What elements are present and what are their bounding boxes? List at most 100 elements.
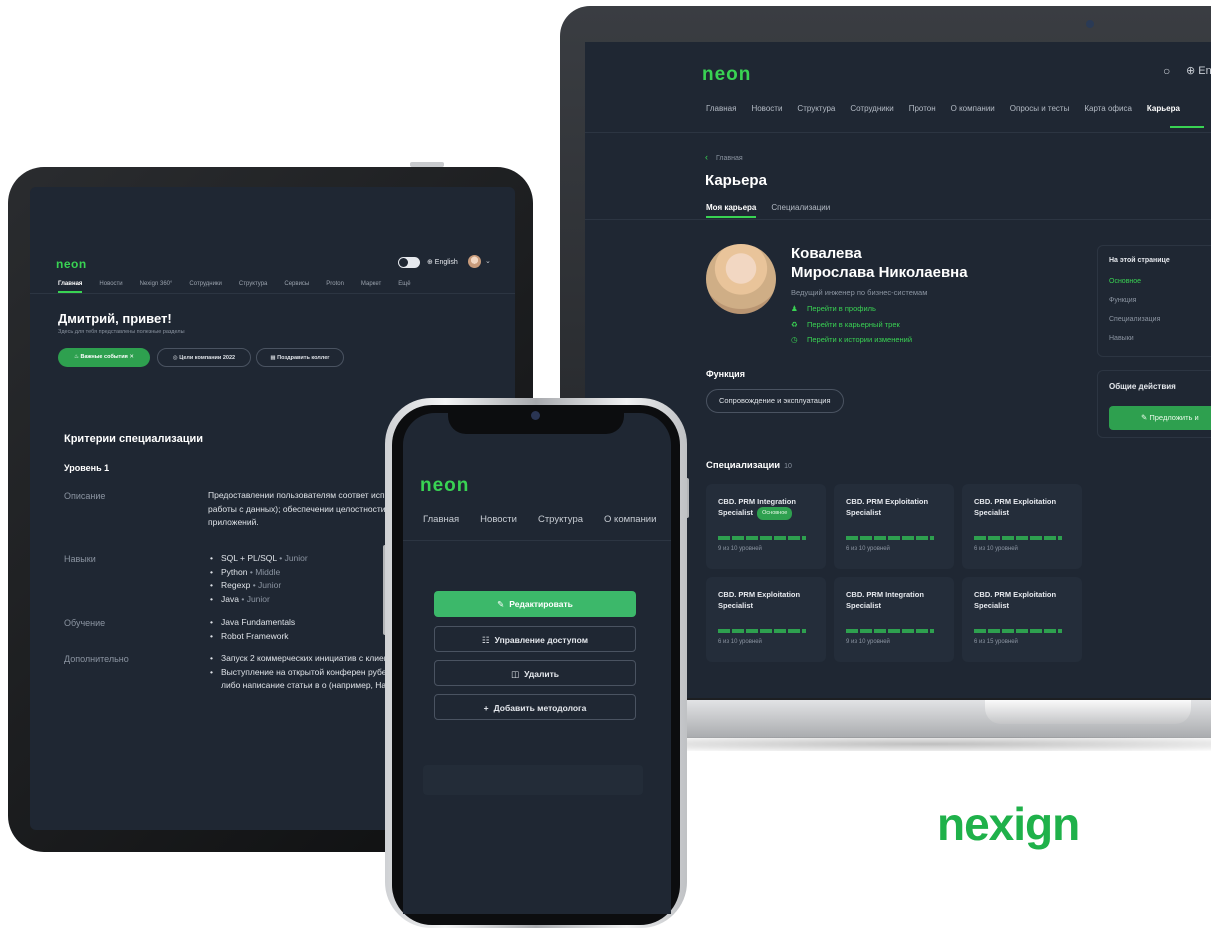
active-nav-indicator [1170, 126, 1204, 128]
nav-item-structure[interactable]: Структура [239, 281, 267, 287]
theme-toggle[interactable] [398, 257, 420, 268]
link-history[interactable]: ◷ Перейти к истории изменений [791, 335, 912, 344]
spec-card-levels: 6 из 10 уровней [974, 546, 1018, 552]
spec-card-levels: 6 из 15 уровней [974, 639, 1018, 645]
divider [403, 540, 671, 541]
label-skills: Навыки [64, 554, 96, 564]
nav-item-services[interactable]: Сервисы [284, 281, 309, 287]
extra-item: Запуск 2 коммерческих инициатив с клиент… [208, 652, 408, 666]
skill-level: • Junior [252, 580, 282, 590]
level-progress-bar [974, 536, 1062, 540]
nav-item-home[interactable]: Главная [58, 281, 82, 287]
on-page-item-main[interactable]: Основное [1109, 278, 1141, 285]
main-badge: Основное [757, 507, 793, 520]
breadcrumb[interactable]: ‹ Главная [705, 152, 743, 162]
top-nav: Главная Новости Структура Сотрудники Про… [706, 104, 1180, 113]
edit-button-label: Редактировать [509, 599, 573, 609]
spec-card-title: CBD. PRM Exploitation Specialist [846, 497, 929, 517]
profile-name: Мирослава Николаевна [791, 264, 968, 281]
nav-item-employees[interactable]: Сотрудники [850, 104, 893, 113]
spec-card[interactable]: CBD. PRM Exploitation Specialist 6 из 10… [706, 577, 826, 662]
laptop-notch [985, 700, 1191, 724]
skill-name: Java [221, 593, 239, 604]
neon-logo[interactable]: neon [420, 475, 469, 497]
top-nav: Главная Новости Структура О компании [423, 514, 656, 525]
nav-item-home[interactable]: Главная [423, 514, 459, 525]
language-selector[interactable]: ⊕ English [427, 258, 458, 266]
phone-screen: neon Главная Новости Структура О компани… [403, 413, 671, 914]
function-chip[interactable]: Сопровождение и эксплуатация [706, 389, 844, 413]
chevron-down-icon[interactable]: ⌄ [485, 257, 491, 265]
nav-item-proton[interactable]: Протон [909, 104, 936, 113]
trash-icon: ◫ [511, 669, 520, 679]
important-events-button[interactable]: ♨ Важные события ✕ [58, 348, 150, 367]
page-title: Карьера [705, 172, 767, 189]
access-icon: ☷ [481, 635, 490, 645]
nav-item-news[interactable]: Новости [751, 104, 782, 113]
access-management-button[interactable]: ☷ Управление доступом [434, 626, 636, 652]
spec-card[interactable]: CBD. PRM Exploitation Specialist 6 из 10… [834, 484, 954, 569]
nav-item-news[interactable]: Новости [480, 514, 517, 525]
skill-name: Regexp [221, 580, 251, 590]
link-career-track-label: Перейти в карьерный трек [807, 320, 900, 329]
propose-button-label: Предложить и [1149, 413, 1199, 422]
skill-level: • Junior [279, 553, 308, 563]
spec-card[interactable]: CBD. PRM Integration Specialist Основное… [706, 484, 826, 569]
edit-button[interactable]: ✎ Редактировать [434, 591, 636, 617]
nav-item-office-map[interactable]: Карта офиса [1084, 104, 1132, 113]
spec-card-title: CBD. PRM Exploitation Specialist [974, 497, 1057, 517]
spec-card[interactable]: CBD. PRM Integration Specialist 9 из 10 … [834, 577, 954, 662]
nav-item-about[interactable]: О компании [604, 514, 656, 525]
neon-logo[interactable]: neon [56, 257, 87, 271]
congratulate-button[interactable]: ▦ Поздравить коллег [256, 348, 344, 367]
on-page-item-function[interactable]: Функция [1109, 297, 1136, 304]
spec-card[interactable]: CBD. PRM Exploitation Specialist 6 из 15… [962, 577, 1082, 662]
delete-button[interactable]: ◫ Удалить [434, 660, 636, 686]
spec-card[interactable]: CBD. PRM Exploitation Specialist 6 из 10… [962, 484, 1082, 569]
user-icon: ♟ [791, 304, 798, 313]
pencil-icon: ✎ [497, 599, 505, 609]
nav-item-structure[interactable]: Структура [538, 514, 583, 525]
phone-camera [531, 411, 540, 420]
breadcrumb-home[interactable]: Главная [716, 155, 743, 162]
level-progress-bar [846, 629, 934, 633]
nav-item-employees[interactable]: Сотрудники [189, 281, 222, 287]
neon-logo[interactable]: neon [702, 64, 751, 86]
close-icon[interactable]: ✕ [128, 354, 134, 360]
avatar[interactable] [468, 255, 481, 268]
level-progress-bar [718, 629, 806, 633]
nav-item-surveys[interactable]: Опросы и тесты [1010, 104, 1070, 113]
laptop-camera [1086, 20, 1094, 28]
criteria-title: Критерии специализации [64, 433, 203, 445]
delete-button-label: Удалить [524, 669, 559, 679]
nav-item-market[interactable]: Маркет [361, 281, 381, 287]
nav-item-career[interactable]: Карьера [1147, 104, 1180, 113]
level-progress-bar [718, 536, 806, 540]
level-title: Уровень 1 [64, 463, 110, 473]
company-goals-button[interactable]: ◎ Цели компании 2022 [157, 348, 251, 367]
search-icon[interactable]: ○ [1163, 64, 1170, 78]
on-page-item-specialization[interactable]: Специализация [1109, 316, 1160, 323]
nav-item-nexign360[interactable]: Nexign 360° [140, 281, 173, 287]
extra-item: Выступление на открытой конферен рубежом… [208, 666, 408, 693]
history-icon: ◷ [791, 335, 798, 344]
spec-card-levels: 6 из 10 уровней [846, 546, 890, 552]
chevron-left-icon: ‹ [705, 152, 708, 162]
nav-item-proton[interactable]: Proton [326, 281, 344, 287]
propose-button[interactable]: ✎ Предложить и [1109, 406, 1211, 430]
nav-item-structure[interactable]: Структура [797, 104, 835, 113]
nav-item-home[interactable]: Главная [706, 104, 736, 113]
link-career-track[interactable]: ♻ Перейти в карьерный трек [791, 320, 900, 329]
nav-item-about[interactable]: О компании [951, 104, 995, 113]
tab-specializations[interactable]: Специализации [771, 203, 830, 212]
on-page-item-skills[interactable]: Навыки [1109, 335, 1134, 342]
nav-item-news[interactable]: Новости [99, 281, 122, 287]
tab-my-career[interactable]: Моя карьера [706, 203, 756, 212]
level-progress-bar [846, 536, 934, 540]
nav-item-more[interactable]: Ещё [398, 281, 410, 287]
language-selector[interactable]: ⊕ En [1186, 64, 1211, 77]
skill-level-value: Middle [255, 566, 281, 577]
divider [585, 219, 1211, 220]
link-profile[interactable]: ♟ Перейти в профиль [791, 304, 876, 313]
add-methodologist-button[interactable]: + Добавить методолога [434, 694, 636, 720]
